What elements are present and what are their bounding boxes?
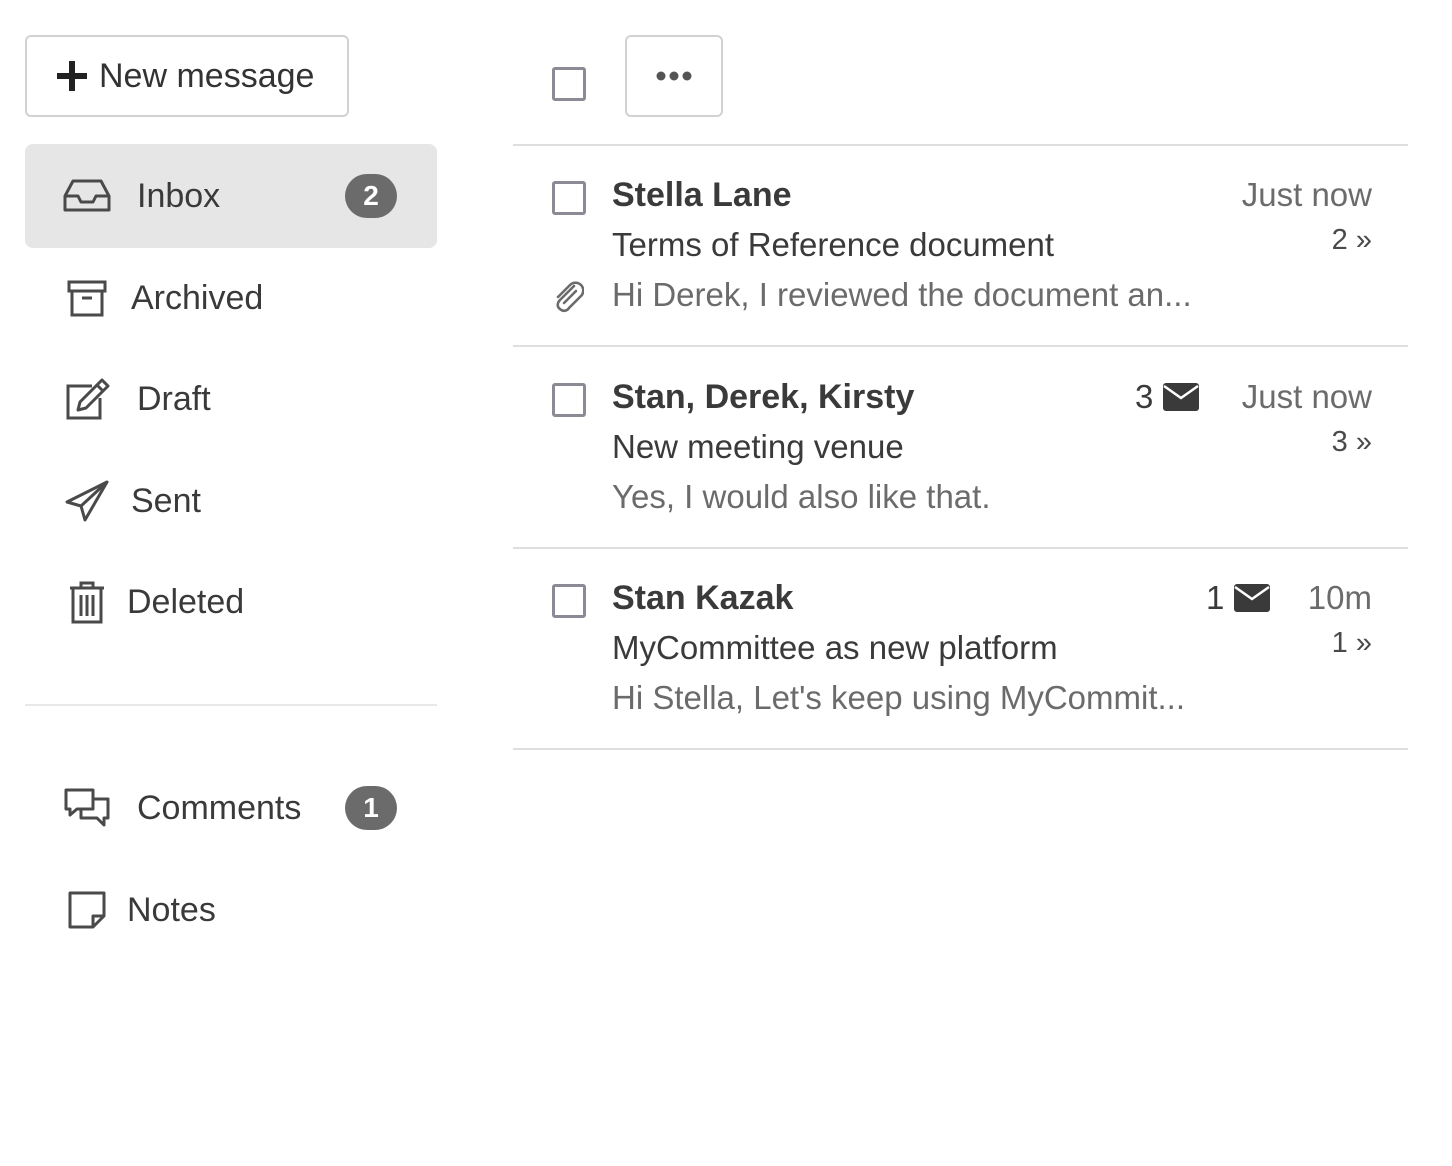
message-subject: MyCommittee as new platform xyxy=(612,629,1058,666)
message-time: 10m xyxy=(1307,579,1372,616)
unread-badge: 1 xyxy=(345,786,397,830)
note-icon xyxy=(63,886,111,934)
message-checkbox[interactable] xyxy=(552,383,586,417)
ellipsis-icon xyxy=(656,71,692,81)
sidebar-item-deleted[interactable]: Deleted xyxy=(25,550,437,654)
sidebar-item-label: Draft xyxy=(137,379,211,418)
edit-icon xyxy=(63,375,111,423)
sidebar-item-label: Sent xyxy=(131,481,201,520)
send-icon xyxy=(63,477,111,525)
thread-count: 3 » xyxy=(1331,426,1372,458)
message-row[interactable]: Stan Kazak 1 10m MyCommittee as new plat… xyxy=(513,549,1408,749)
paperclip-icon xyxy=(556,281,584,313)
message-checkbox[interactable] xyxy=(552,584,586,618)
message-time: Just now xyxy=(1241,176,1372,213)
inbox-icon xyxy=(63,172,111,220)
sidebar-item-comments[interactable]: Comments 1 xyxy=(25,756,437,860)
message-preview: Hi Derek, I reviewed the document an... xyxy=(612,276,1192,313)
sidebar-item-inbox[interactable]: Inbox 2 xyxy=(25,144,437,248)
list-divider xyxy=(513,345,1408,347)
sidebar-item-label: Archived xyxy=(131,278,264,317)
unread-badge: 2 xyxy=(345,174,397,218)
message-subject: Terms of Reference document xyxy=(612,226,1055,263)
plus-icon xyxy=(57,61,87,91)
message-time: Just now xyxy=(1241,378,1372,415)
unread-count: 1 xyxy=(1206,579,1225,616)
message-sender: Stella Lane xyxy=(612,176,792,214)
sidebar-item-archived[interactable]: Archived xyxy=(25,246,437,350)
message-subject: New meeting venue xyxy=(612,428,904,465)
trash-icon xyxy=(63,578,111,626)
envelope-icon xyxy=(1234,584,1271,612)
sidebar-item-label: Comments xyxy=(137,788,302,827)
sidebar-item-label: Inbox xyxy=(137,176,221,215)
new-message-label: New message xyxy=(99,56,315,95)
thread-count: 1 » xyxy=(1331,627,1372,659)
message-row[interactable]: Stan, Derek, Kirsty 3 Just now New meeti… xyxy=(513,348,1408,548)
sidebar-item-label: Notes xyxy=(127,890,216,929)
archive-icon xyxy=(63,274,111,322)
message-row[interactable]: Stella Lane Just now Terms of Reference … xyxy=(513,146,1408,346)
more-actions-button[interactable] xyxy=(625,35,723,117)
sidebar-divider xyxy=(25,704,437,706)
message-preview: Hi Stella, Let's keep using MyCommit... xyxy=(612,679,1186,716)
message-checkbox[interactable] xyxy=(552,181,586,215)
list-divider xyxy=(513,748,1408,750)
sidebar-item-sent[interactable]: Sent xyxy=(25,449,437,553)
thread-count: 2 » xyxy=(1331,224,1372,256)
comments-icon xyxy=(63,784,111,832)
message-sender: Stan, Derek, Kirsty xyxy=(612,378,915,416)
unread-count: 3 xyxy=(1135,378,1154,415)
select-all-checkbox[interactable] xyxy=(552,67,586,101)
envelope-icon xyxy=(1163,383,1200,411)
unread-indicator: 1 xyxy=(1206,579,1271,617)
message-sender: Stan Kazak xyxy=(612,579,794,617)
sidebar-item-label: Deleted xyxy=(127,582,245,621)
sidebar-item-notes[interactable]: Notes xyxy=(25,858,437,962)
sidebar-item-draft[interactable]: Draft xyxy=(25,347,437,451)
new-message-button[interactable]: New message xyxy=(25,35,349,117)
message-preview: Yes, I would also like that. xyxy=(612,478,991,515)
unread-indicator: 3 xyxy=(1135,378,1200,416)
